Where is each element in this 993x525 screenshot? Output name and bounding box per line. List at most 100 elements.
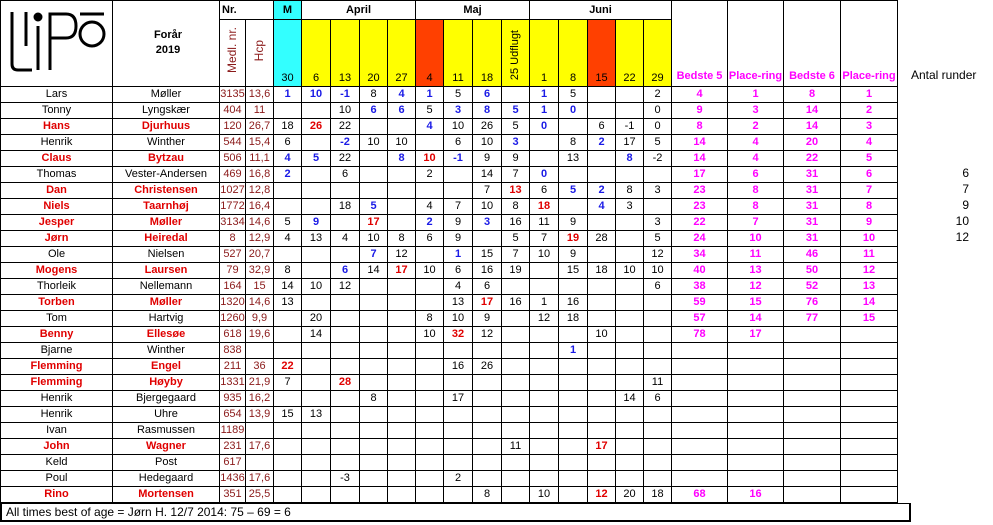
handicap: 16,2 <box>245 389 274 407</box>
score-cell <box>273 437 302 455</box>
score-cell <box>558 453 588 471</box>
score-cell: 15 <box>273 405 302 423</box>
player-row: Jesper Møller 3134 14,6 5 9 17 2 9 3 16 11 9 3 22 7 31 9 <box>0 213 898 231</box>
placering1-value <box>727 405 784 423</box>
best5-value: 78 <box>671 325 728 343</box>
score-cell <box>301 197 331 215</box>
score-cell <box>415 181 444 199</box>
player-row: Henrik Bjergegaard 935 16,2 8 17 14 6 <box>0 389 898 407</box>
score-cell: 22 <box>330 149 360 167</box>
handicap <box>245 421 274 439</box>
player-row: Flemming Engel 211 36 22 16 26 <box>0 357 898 375</box>
score-cell <box>359 485 388 503</box>
score-cell <box>387 309 416 327</box>
antal-runder-value: 7 <box>962 182 969 196</box>
last-name: Taarnhøj <box>112 197 220 215</box>
date-label: 8 <box>569 71 577 84</box>
score-cell <box>558 421 588 439</box>
score-cell <box>558 469 588 487</box>
member-number: 935 <box>219 389 246 407</box>
score-cell <box>330 421 360 439</box>
score-cell <box>615 453 644 471</box>
medl-header: Medl. nr. <box>219 19 246 87</box>
last-name: Møller <box>112 293 220 311</box>
score-cell <box>615 293 644 311</box>
score-cell <box>301 245 331 263</box>
score-cell: 16 <box>501 213 530 231</box>
score-cell: 4 <box>415 117 444 135</box>
first-name: Benny <box>0 325 113 343</box>
handicap: 17,6 <box>245 469 274 487</box>
score-cell: 0 <box>558 101 588 119</box>
best6-value: 8 <box>783 85 841 103</box>
score-cell <box>443 485 473 503</box>
score-cell <box>359 277 388 295</box>
placering2-header: Place-ring <box>840 19 898 87</box>
placering1-value <box>727 421 784 439</box>
date-label: 18 <box>480 71 494 84</box>
last-name: Post <box>112 453 220 471</box>
score-cell <box>359 405 388 423</box>
best5-value: 17 <box>671 165 728 183</box>
placering1-value: 12 <box>727 277 784 295</box>
member-number: 618 <box>219 325 246 343</box>
score-cell <box>615 165 644 183</box>
score-cell: 5 <box>643 229 672 247</box>
score-cell: 7 <box>273 373 302 391</box>
score-cell <box>443 405 473 423</box>
placering2-value <box>840 485 898 503</box>
score-cell <box>443 453 473 471</box>
last-name: Christensen <box>112 181 220 199</box>
score-cell: 5 <box>443 85 473 103</box>
score-cell: 11 <box>643 373 672 391</box>
score-cell <box>558 485 588 503</box>
score-cell: 13 <box>501 181 530 199</box>
score-cell <box>558 197 588 215</box>
best5-value <box>671 469 728 487</box>
score-cell <box>472 453 502 471</box>
date-col-10: 8 <box>558 19 588 87</box>
antal-runder-value: 10 <box>955 214 969 228</box>
score-cell: 10 <box>415 261 444 279</box>
score-cell: 5 <box>359 197 388 215</box>
score-cell <box>587 245 616 263</box>
score-cell <box>643 293 672 311</box>
score-cell: 0 <box>529 117 559 135</box>
score-cell <box>472 469 502 487</box>
score-cell: 5 <box>643 133 672 151</box>
player-row: Benny Ellesøe 618 19,6 14 10 32 12 10 78 17 <box>0 325 898 343</box>
date-label: 30 <box>281 71 294 84</box>
score-cell <box>587 277 616 295</box>
score-cell <box>558 405 588 423</box>
score-cell <box>415 133 444 151</box>
member-number: 527 <box>219 245 246 263</box>
placering2-value: 11 <box>840 245 898 263</box>
score-cell: 2 <box>587 133 616 151</box>
score-cell: 1 <box>415 85 444 103</box>
score-cell <box>359 373 388 391</box>
score-cell: 8 <box>415 309 444 327</box>
member-number: 1027 <box>219 181 246 199</box>
score-cell <box>387 373 416 391</box>
first-name: Henrik <box>0 133 113 151</box>
score-cell <box>301 437 331 455</box>
score-cell <box>587 405 616 423</box>
score-cell <box>387 437 416 455</box>
score-cell: 10 <box>587 325 616 343</box>
best6-value: 22 <box>783 149 841 167</box>
score-cell: 11 <box>501 437 530 455</box>
best6-value: 31 <box>783 229 841 247</box>
last-name: Ellesøe <box>112 325 220 343</box>
placering1-value: 17 <box>727 325 784 343</box>
score-cell <box>301 261 331 279</box>
date-col-3: 20 <box>359 19 388 87</box>
date-col-12: 22 <box>615 19 644 87</box>
score-cell <box>273 245 302 263</box>
first-name: Mogens <box>0 261 113 279</box>
first-name: Henrik <box>0 405 113 423</box>
best5-value: 22 <box>671 213 728 231</box>
placering1-value: 2 <box>727 117 784 135</box>
handicap: 16,4 <box>245 197 274 215</box>
last-name: Heiredal <box>112 229 220 247</box>
score-cell <box>643 421 672 439</box>
